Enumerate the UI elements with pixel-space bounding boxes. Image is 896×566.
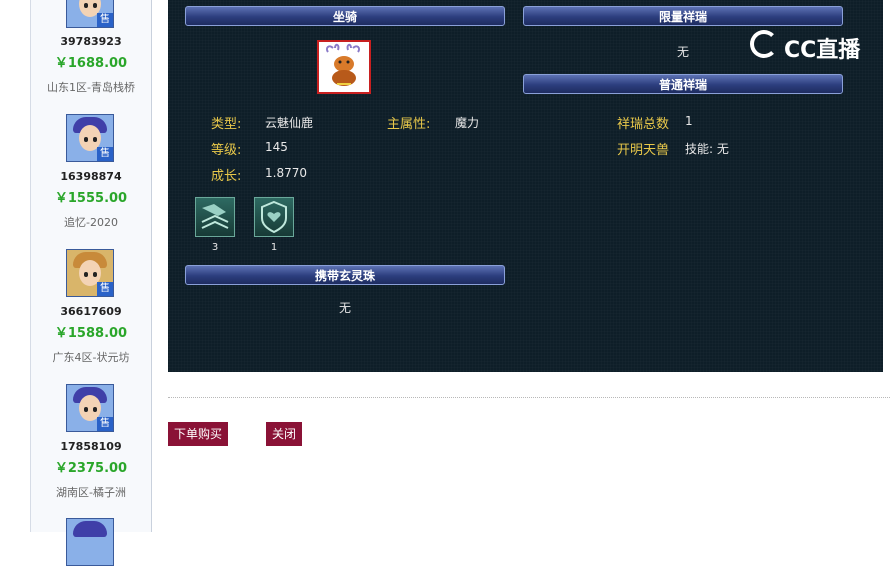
seller-server: 广东4区-状元坊 <box>52 351 130 364</box>
total-label: 祥瑞总数 <box>617 117 670 132</box>
deer-icon <box>325 43 361 86</box>
seller-sidebar: 售 39783923 ￥1688.00 山东1区-青岛栈桥 售 16398874… <box>30 0 152 566</box>
orb-value: 无 <box>339 301 352 315</box>
sale-badge: 售 <box>97 147 113 161</box>
seller-server: 山东1区-青岛栈桥 <box>47 81 135 94</box>
normal-header: 普通祥瑞 <box>523 74 843 94</box>
sale-badge: 售 <box>97 282 113 296</box>
main-attr-label: 主属性: <box>387 117 431 132</box>
shield-heart-icon <box>261 200 287 234</box>
avatar[interactable]: 售 <box>66 0 114 28</box>
type-value: 云魅仙鹿 <box>265 116 314 130</box>
sale-badge: 售 <box>97 13 113 27</box>
seller-price: ￥1555.00 <box>54 191 128 206</box>
avatar-eye <box>93 137 97 142</box>
seller-id: 36617609 <box>60 305 122 318</box>
avatar-eye <box>84 137 88 142</box>
sale-badge: 售 <box>97 417 113 431</box>
seller-id: 16398874 <box>60 170 122 183</box>
buy-button[interactable]: 下单购买 <box>168 422 229 446</box>
close-button[interactable]: 关闭 <box>266 422 303 446</box>
avatar-eye <box>93 407 97 412</box>
cc-logo-icon <box>750 30 778 58</box>
type-label: 类型: <box>211 117 242 132</box>
seller-price: ￥1688.00 <box>54 56 128 71</box>
seller-price: ￥2375.00 <box>54 461 128 476</box>
limited-value: 无 <box>677 45 690 59</box>
beast-label: 开明天兽 <box>617 143 670 158</box>
mount-header: 坐骑 <box>185 6 505 26</box>
avatar-eye <box>84 3 88 8</box>
seller-price: ￥1588.00 <box>54 326 128 341</box>
divider <box>168 397 890 398</box>
avatar-eye <box>84 407 88 412</box>
orb-header: 携带玄灵珠 <box>185 265 505 285</box>
left-margin <box>0 0 30 532</box>
seller-server: 湖南区-橘子洲 <box>56 486 126 499</box>
level-label: 等级: <box>211 143 242 158</box>
mount-image[interactable] <box>317 40 371 94</box>
beast-skill: 技能: 无 <box>685 142 729 156</box>
growth-label: 成长: <box>211 169 242 184</box>
avatar-hair <box>73 521 107 537</box>
level-value: 145 <box>265 140 288 154</box>
avatar-eye <box>93 3 97 8</box>
seller-server: 追忆-2020 <box>64 216 118 229</box>
seller-id: 17858109 <box>60 440 122 453</box>
avatar[interactable]: 售 <box>66 249 114 297</box>
skill-glyph-icon <box>201 204 229 229</box>
avatar[interactable]: 售 <box>66 114 114 162</box>
skill-count: 3 <box>211 242 219 253</box>
avatar-eye <box>84 272 88 277</box>
avatar[interactable] <box>66 518 114 566</box>
skill-icon[interactable] <box>195 197 235 237</box>
main-attr-value: 魔力 <box>455 116 480 130</box>
seller-id: 39783923 <box>60 35 122 48</box>
avatar-eye <box>93 272 97 277</box>
skill-icon[interactable] <box>254 197 294 237</box>
limited-header: 限量祥瑞 <box>523 6 843 26</box>
avatar[interactable]: 售 <box>66 384 114 432</box>
skill-count: 1 <box>270 242 278 253</box>
pet-detail-panel: 坐骑 限量祥瑞 无 普通祥瑞 类型: 云魅仙鹿 主属性: 魔力 祥瑞总数 1 等… <box>168 0 883 372</box>
total-value: 1 <box>685 114 693 128</box>
cc-logo-text: CC直播 <box>784 38 861 63</box>
growth-value: 1.8770 <box>265 166 307 180</box>
